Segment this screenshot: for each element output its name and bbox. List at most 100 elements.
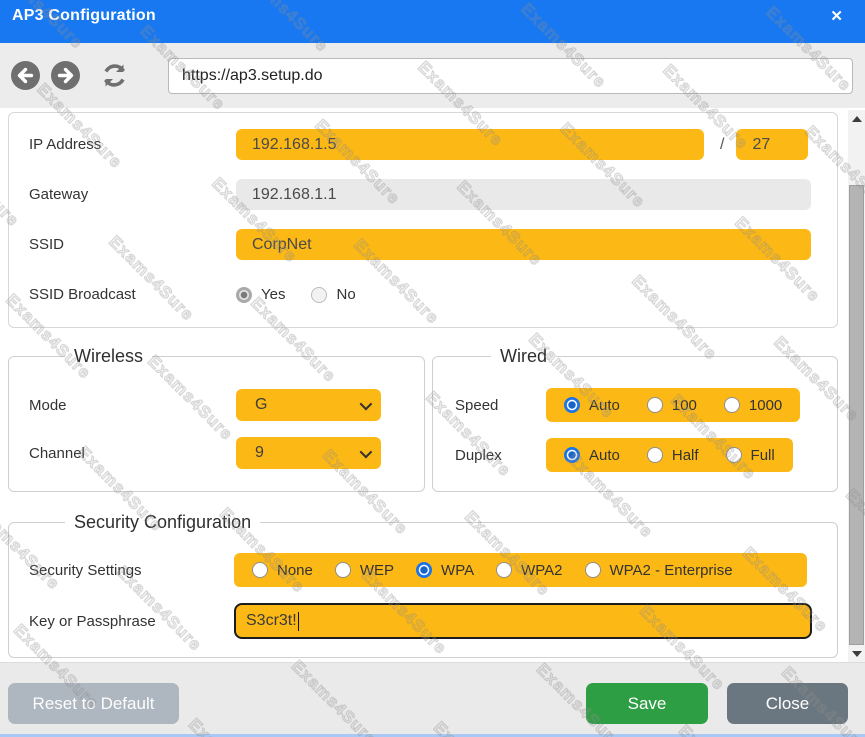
- security-settings-radio-group: None WEP WPA WPA2 WPA2 - Enterprise: [234, 553, 807, 587]
- radio-option-wpa[interactable]: WPA: [416, 562, 474, 579]
- save-button[interactable]: Save: [586, 683, 708, 724]
- wired-legend: Wired: [491, 346, 556, 367]
- window-title: AP3 Configuration: [12, 7, 156, 25]
- scrollbar-thumb[interactable]: [849, 185, 864, 645]
- ip-address-row: IP Address 192.168.1.5 / 27: [29, 129, 819, 160]
- chevron-down-icon: [360, 445, 373, 458]
- chevron-down-icon: [360, 397, 373, 410]
- radio-icon[interactable]: [236, 287, 252, 303]
- key-passphrase-label: Key or Passphrase: [29, 613, 234, 630]
- ap3-configuration-window: AP3 Configuration ✕ https://ap3.se: [0, 0, 865, 737]
- ip-address-input[interactable]: 192.168.1.5: [236, 129, 704, 160]
- radio-option-wpa2[interactable]: WPA2: [496, 562, 562, 579]
- page-content: IP Address 192.168.1.5 / 27 Gateway 192.…: [0, 108, 848, 662]
- duplex-row: Duplex Auto Half Full: [455, 438, 837, 472]
- reset-to-default-button[interactable]: Reset to Default: [8, 683, 179, 724]
- radio-option-no[interactable]: No: [311, 286, 355, 303]
- channel-select[interactable]: 9: [236, 437, 381, 469]
- mode-select[interactable]: G: [236, 389, 381, 421]
- duplex-label: Duplex: [455, 447, 546, 464]
- refresh-icon[interactable]: [98, 59, 131, 92]
- cidr-prefix-value: 27: [752, 136, 770, 154]
- radio-label: WPA2 - Enterprise: [610, 562, 733, 579]
- ssid-broadcast-radio-group: Yes No: [236, 286, 356, 303]
- ssid-input[interactable]: CorpNet: [236, 229, 811, 260]
- radio-option-half[interactable]: Half: [647, 447, 699, 464]
- footer-bar: Reset to Default Save Close: [0, 662, 865, 737]
- radio-icon[interactable]: [726, 447, 742, 463]
- radio-label: WEP: [360, 562, 394, 579]
- radio-label: Half: [672, 447, 699, 464]
- gateway-label: Gateway: [29, 186, 236, 203]
- radio-icon[interactable]: [564, 397, 580, 413]
- radio-icon[interactable]: [647, 397, 663, 413]
- radio-label: 100: [672, 397, 697, 414]
- channel-row: Channel 9: [29, 437, 424, 469]
- radio-option-wpa2-enterprise[interactable]: WPA2 - Enterprise: [585, 562, 733, 579]
- key-passphrase-row: Key or Passphrase S3cr3t!: [29, 603, 837, 639]
- gateway-value: 192.168.1.1: [252, 186, 337, 204]
- ip-address-label: IP Address: [29, 136, 236, 153]
- radio-icon[interactable]: [564, 447, 580, 463]
- radio-option-full[interactable]: Full: [726, 447, 775, 464]
- speed-label: Speed: [455, 397, 546, 414]
- radio-label: Auto: [589, 397, 620, 414]
- ssid-value: CorpNet: [252, 236, 312, 254]
- speed-radio-group: Auto 100 1000: [546, 388, 800, 422]
- radio-label: Full: [751, 447, 775, 464]
- duplex-radio-group: Auto Half Full: [546, 438, 793, 472]
- radio-icon[interactable]: [585, 562, 601, 578]
- mode-label: Mode: [29, 397, 236, 414]
- radio-label: WPA: [441, 562, 474, 579]
- browser-toolbar: https://ap3.setup.do: [0, 43, 865, 108]
- radio-option-none[interactable]: None: [252, 562, 313, 579]
- channel-label: Channel: [29, 445, 236, 462]
- channel-value: 9: [255, 444, 264, 462]
- key-passphrase-value: S3cr3t!: [246, 612, 297, 630]
- radio-option-auto[interactable]: Auto: [564, 397, 620, 414]
- forward-icon[interactable]: [50, 60, 81, 91]
- radio-option-yes[interactable]: Yes: [236, 286, 285, 303]
- radio-option-wep[interactable]: WEP: [335, 562, 394, 579]
- ssid-label: SSID: [29, 236, 236, 253]
- ssid-broadcast-row: SSID Broadcast YesNo: [29, 279, 819, 310]
- wireless-section: Wireless Mode G Channel 9: [8, 346, 425, 492]
- gateway-input: 192.168.1.1: [236, 179, 811, 210]
- vertical-scrollbar[interactable]: [848, 110, 865, 662]
- close-icon[interactable]: ✕: [822, 7, 851, 25]
- radio-option-1000[interactable]: 1000: [724, 397, 782, 414]
- url-text: https://ap3.setup.do: [182, 67, 323, 85]
- cidr-slash: /: [720, 136, 724, 154]
- radio-icon[interactable]: [496, 562, 512, 578]
- security-configuration-legend: Security Configuration: [65, 512, 260, 533]
- back-icon[interactable]: [10, 60, 41, 91]
- mode-value: G: [255, 396, 267, 414]
- mode-row: Mode G: [29, 389, 424, 421]
- radio-icon[interactable]: [252, 562, 268, 578]
- security-settings-label: Security Settings: [29, 562, 234, 579]
- titlebar: AP3 Configuration ✕: [0, 0, 865, 43]
- radio-option-100[interactable]: 100: [647, 397, 697, 414]
- ip-address-value: 192.168.1.5: [252, 136, 337, 154]
- radio-icon[interactable]: [647, 447, 663, 463]
- radio-icon[interactable]: [311, 287, 327, 303]
- radio-label: Yes: [261, 286, 285, 303]
- wireless-legend: Wireless: [65, 346, 152, 367]
- cidr-prefix-input[interactable]: 27: [736, 129, 808, 160]
- scroll-down-icon[interactable]: [848, 645, 865, 662]
- radio-option-auto[interactable]: Auto: [564, 447, 620, 464]
- url-input[interactable]: https://ap3.setup.do: [168, 58, 853, 94]
- text-cursor: [298, 612, 300, 631]
- radio-label: No: [336, 286, 355, 303]
- radio-icon[interactable]: [416, 562, 432, 578]
- wired-section: Wired Speed Auto 100 1000 Duplex Auto Half F…: [432, 346, 838, 492]
- security-settings-row: Security Settings None WEP WPA WPA2 WPA2 - E…: [29, 553, 837, 587]
- scroll-up-icon[interactable]: [848, 110, 865, 127]
- radio-label: WPA2: [521, 562, 562, 579]
- ssid-row: SSID CorpNet: [29, 229, 819, 260]
- radio-icon[interactable]: [724, 397, 740, 413]
- close-button[interactable]: Close: [727, 683, 848, 724]
- radio-icon[interactable]: [335, 562, 351, 578]
- key-passphrase-input[interactable]: S3cr3t!: [234, 603, 812, 639]
- network-settings-card: IP Address 192.168.1.5 / 27 Gateway 192.…: [8, 112, 838, 328]
